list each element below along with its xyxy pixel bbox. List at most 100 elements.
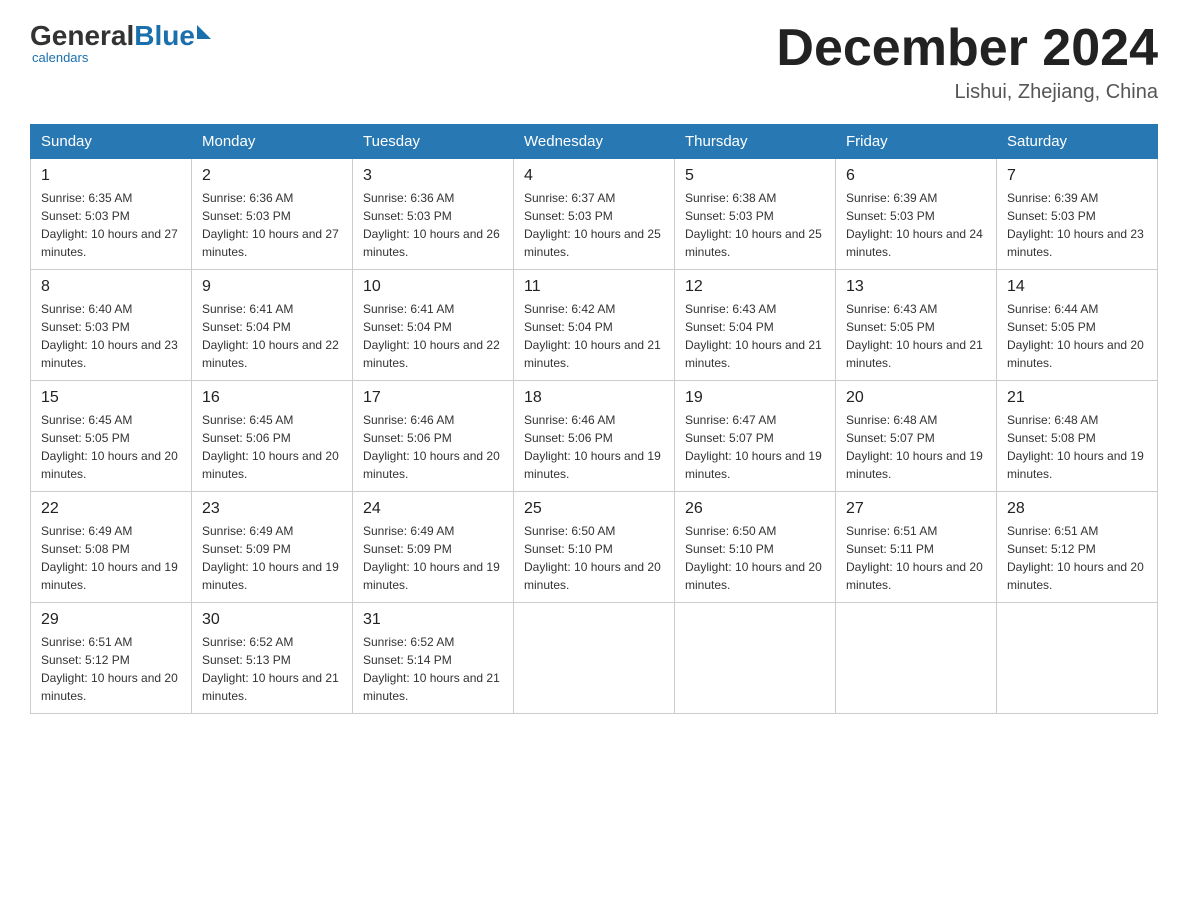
table-row bbox=[675, 603, 836, 714]
logo-blue-text: Blue bbox=[134, 20, 195, 52]
day-number: 25 bbox=[524, 500, 664, 518]
table-row bbox=[836, 603, 997, 714]
day-info: Sunrise: 6:35 AM Sunset: 5:03 PM Dayligh… bbox=[41, 189, 181, 261]
table-row: 9 Sunrise: 6:41 AM Sunset: 5:04 PM Dayli… bbox=[192, 270, 353, 381]
day-number: 29 bbox=[41, 611, 181, 629]
table-row: 10 Sunrise: 6:41 AM Sunset: 5:04 PM Dayl… bbox=[353, 270, 514, 381]
day-info: Sunrise: 6:50 AM Sunset: 5:10 PM Dayligh… bbox=[685, 522, 825, 594]
day-info: Sunrise: 6:45 AM Sunset: 5:05 PM Dayligh… bbox=[41, 411, 181, 483]
day-number: 9 bbox=[202, 278, 342, 296]
day-number: 15 bbox=[41, 389, 181, 407]
table-row: 24 Sunrise: 6:49 AM Sunset: 5:09 PM Dayl… bbox=[353, 492, 514, 603]
day-number: 19 bbox=[685, 389, 825, 407]
calendar-week-row: 1 Sunrise: 6:35 AM Sunset: 5:03 PM Dayli… bbox=[31, 159, 1158, 270]
day-info: Sunrise: 6:51 AM Sunset: 5:12 PM Dayligh… bbox=[1007, 522, 1147, 594]
calendar-header-row: Sunday Monday Tuesday Wednesday Thursday… bbox=[31, 125, 1158, 159]
day-info: Sunrise: 6:49 AM Sunset: 5:09 PM Dayligh… bbox=[363, 522, 503, 594]
day-number: 21 bbox=[1007, 389, 1147, 407]
day-number: 30 bbox=[202, 611, 342, 629]
day-number: 14 bbox=[1007, 278, 1147, 296]
day-number: 31 bbox=[363, 611, 503, 629]
table-row: 25 Sunrise: 6:50 AM Sunset: 5:10 PM Dayl… bbox=[514, 492, 675, 603]
day-info: Sunrise: 6:48 AM Sunset: 5:08 PM Dayligh… bbox=[1007, 411, 1147, 483]
location-text: Lishui, Zhejiang, China bbox=[776, 81, 1158, 104]
day-info: Sunrise: 6:51 AM Sunset: 5:11 PM Dayligh… bbox=[846, 522, 986, 594]
calendar-week-row: 22 Sunrise: 6:49 AM Sunset: 5:08 PM Dayl… bbox=[31, 492, 1158, 603]
calendar-table: Sunday Monday Tuesday Wednesday Thursday… bbox=[30, 124, 1158, 714]
table-row: 12 Sunrise: 6:43 AM Sunset: 5:04 PM Dayl… bbox=[675, 270, 836, 381]
day-info: Sunrise: 6:41 AM Sunset: 5:04 PM Dayligh… bbox=[202, 300, 342, 372]
day-number: 23 bbox=[202, 500, 342, 518]
table-row: 16 Sunrise: 6:45 AM Sunset: 5:06 PM Dayl… bbox=[192, 381, 353, 492]
month-title: December 2024 bbox=[776, 20, 1158, 77]
title-section: December 2024 Lishui, Zhejiang, China bbox=[776, 20, 1158, 104]
day-number: 12 bbox=[685, 278, 825, 296]
day-info: Sunrise: 6:52 AM Sunset: 5:13 PM Dayligh… bbox=[202, 633, 342, 705]
table-row: 5 Sunrise: 6:38 AM Sunset: 5:03 PM Dayli… bbox=[675, 159, 836, 270]
table-row: 13 Sunrise: 6:43 AM Sunset: 5:05 PM Dayl… bbox=[836, 270, 997, 381]
day-number: 27 bbox=[846, 500, 986, 518]
day-info: Sunrise: 6:52 AM Sunset: 5:14 PM Dayligh… bbox=[363, 633, 503, 705]
day-info: Sunrise: 6:42 AM Sunset: 5:04 PM Dayligh… bbox=[524, 300, 664, 372]
day-info: Sunrise: 6:41 AM Sunset: 5:04 PM Dayligh… bbox=[363, 300, 503, 372]
logo: General Blue calendars bbox=[30, 20, 211, 65]
page-header: General Blue calendars December 2024 Lis… bbox=[30, 20, 1158, 104]
table-row: 11 Sunrise: 6:42 AM Sunset: 5:04 PM Dayl… bbox=[514, 270, 675, 381]
header-tuesday: Tuesday bbox=[353, 125, 514, 159]
day-info: Sunrise: 6:36 AM Sunset: 5:03 PM Dayligh… bbox=[202, 189, 342, 261]
day-info: Sunrise: 6:37 AM Sunset: 5:03 PM Dayligh… bbox=[524, 189, 664, 261]
day-number: 10 bbox=[363, 278, 503, 296]
day-info: Sunrise: 6:50 AM Sunset: 5:10 PM Dayligh… bbox=[524, 522, 664, 594]
table-row bbox=[514, 603, 675, 714]
day-info: Sunrise: 6:46 AM Sunset: 5:06 PM Dayligh… bbox=[363, 411, 503, 483]
table-row: 3 Sunrise: 6:36 AM Sunset: 5:03 PM Dayli… bbox=[353, 159, 514, 270]
day-number: 4 bbox=[524, 167, 664, 185]
header-friday: Friday bbox=[836, 125, 997, 159]
header-sunday: Sunday bbox=[31, 125, 192, 159]
table-row: 23 Sunrise: 6:49 AM Sunset: 5:09 PM Dayl… bbox=[192, 492, 353, 603]
day-info: Sunrise: 6:48 AM Sunset: 5:07 PM Dayligh… bbox=[846, 411, 986, 483]
table-row: 1 Sunrise: 6:35 AM Sunset: 5:03 PM Dayli… bbox=[31, 159, 192, 270]
day-number: 17 bbox=[363, 389, 503, 407]
table-row: 29 Sunrise: 6:51 AM Sunset: 5:12 PM Dayl… bbox=[31, 603, 192, 714]
table-row: 19 Sunrise: 6:47 AM Sunset: 5:07 PM Dayl… bbox=[675, 381, 836, 492]
day-number: 2 bbox=[202, 167, 342, 185]
table-row: 18 Sunrise: 6:46 AM Sunset: 5:06 PM Dayl… bbox=[514, 381, 675, 492]
day-number: 6 bbox=[846, 167, 986, 185]
day-info: Sunrise: 6:43 AM Sunset: 5:04 PM Dayligh… bbox=[685, 300, 825, 372]
table-row: 22 Sunrise: 6:49 AM Sunset: 5:08 PM Dayl… bbox=[31, 492, 192, 603]
header-thursday: Thursday bbox=[675, 125, 836, 159]
logo-general-text: General bbox=[30, 20, 134, 52]
table-row: 30 Sunrise: 6:52 AM Sunset: 5:13 PM Dayl… bbox=[192, 603, 353, 714]
day-number: 18 bbox=[524, 389, 664, 407]
day-info: Sunrise: 6:38 AM Sunset: 5:03 PM Dayligh… bbox=[685, 189, 825, 261]
day-info: Sunrise: 6:46 AM Sunset: 5:06 PM Dayligh… bbox=[524, 411, 664, 483]
table-row: 20 Sunrise: 6:48 AM Sunset: 5:07 PM Dayl… bbox=[836, 381, 997, 492]
calendar-week-row: 29 Sunrise: 6:51 AM Sunset: 5:12 PM Dayl… bbox=[31, 603, 1158, 714]
table-row: 15 Sunrise: 6:45 AM Sunset: 5:05 PM Dayl… bbox=[31, 381, 192, 492]
day-number: 8 bbox=[41, 278, 181, 296]
table-row: 28 Sunrise: 6:51 AM Sunset: 5:12 PM Dayl… bbox=[997, 492, 1158, 603]
day-number: 3 bbox=[363, 167, 503, 185]
table-row: 2 Sunrise: 6:36 AM Sunset: 5:03 PM Dayli… bbox=[192, 159, 353, 270]
calendar-week-row: 15 Sunrise: 6:45 AM Sunset: 5:05 PM Dayl… bbox=[31, 381, 1158, 492]
calendar-week-row: 8 Sunrise: 6:40 AM Sunset: 5:03 PM Dayli… bbox=[31, 270, 1158, 381]
header-saturday: Saturday bbox=[997, 125, 1158, 159]
day-number: 16 bbox=[202, 389, 342, 407]
day-number: 22 bbox=[41, 500, 181, 518]
table-row: 17 Sunrise: 6:46 AM Sunset: 5:06 PM Dayl… bbox=[353, 381, 514, 492]
day-info: Sunrise: 6:39 AM Sunset: 5:03 PM Dayligh… bbox=[1007, 189, 1147, 261]
day-number: 13 bbox=[846, 278, 986, 296]
table-row: 21 Sunrise: 6:48 AM Sunset: 5:08 PM Dayl… bbox=[997, 381, 1158, 492]
table-row: 4 Sunrise: 6:37 AM Sunset: 5:03 PM Dayli… bbox=[514, 159, 675, 270]
table-row: 8 Sunrise: 6:40 AM Sunset: 5:03 PM Dayli… bbox=[31, 270, 192, 381]
header-monday: Monday bbox=[192, 125, 353, 159]
table-row: 7 Sunrise: 6:39 AM Sunset: 5:03 PM Dayli… bbox=[997, 159, 1158, 270]
day-info: Sunrise: 6:40 AM Sunset: 5:03 PM Dayligh… bbox=[41, 300, 181, 372]
table-row: 31 Sunrise: 6:52 AM Sunset: 5:14 PM Dayl… bbox=[353, 603, 514, 714]
day-info: Sunrise: 6:45 AM Sunset: 5:06 PM Dayligh… bbox=[202, 411, 342, 483]
day-info: Sunrise: 6:43 AM Sunset: 5:05 PM Dayligh… bbox=[846, 300, 986, 372]
day-number: 1 bbox=[41, 167, 181, 185]
day-number: 7 bbox=[1007, 167, 1147, 185]
logo-subtitle: calendars bbox=[32, 50, 88, 65]
